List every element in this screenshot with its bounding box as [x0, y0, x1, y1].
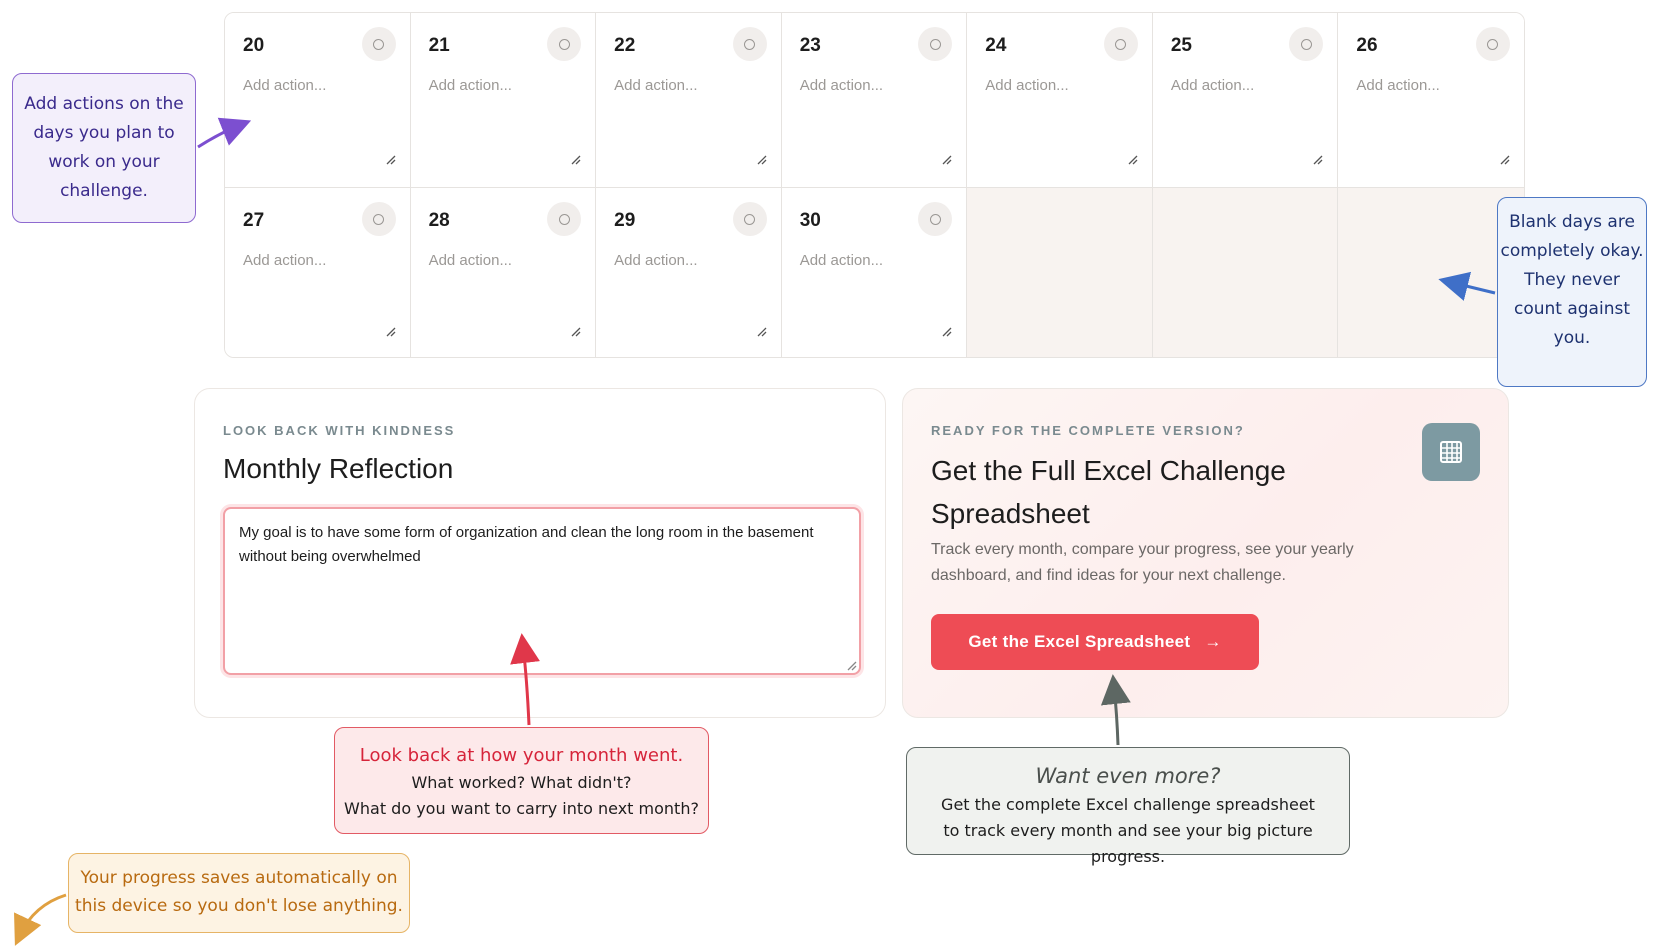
day-action-input[interactable]: Add action...	[429, 77, 512, 94]
day-action-input[interactable]: Add action...	[429, 252, 512, 269]
day-number: 21	[428, 35, 450, 56]
note-look-back: Look back at how your month went. What w…	[334, 727, 709, 834]
day-complete-toggle[interactable]	[1103, 27, 1138, 61]
day-number: 25	[1170, 35, 1192, 56]
reflection-title: Monthly Reflection	[223, 453, 454, 484]
resize-handle-icon[interactable]	[940, 325, 952, 337]
day-cell[interactable]: 27 Add action...	[225, 188, 411, 357]
day-action-input[interactable]: Add action...	[1171, 77, 1254, 94]
note-want-more-line2: Get the complete Excel challenge spreads…	[941, 795, 1315, 814]
get-spreadsheet-button[interactable]: Get the Excel Spreadsheet →	[931, 614, 1259, 670]
day-complete-toggle[interactable]	[1289, 27, 1324, 61]
reflection-eyebrow: LOOK BACK WITH KINDNESS	[223, 423, 456, 438]
monthly-reflection-card: LOOK BACK WITH KINDNESS Monthly Reflecti…	[194, 388, 886, 718]
day-number: 26	[1356, 35, 1378, 56]
calendar-grid: 20 Add action... 21 Add action... 22 Add acti…	[224, 12, 1525, 358]
day-complete-toggle[interactable]	[547, 202, 582, 236]
day-action-input[interactable]: Add action...	[614, 252, 697, 269]
calendar-cells: 20 Add action... 21 Add action... 22 Add acti…	[225, 13, 1524, 357]
get-spreadsheet-label: Get the Excel Spreadsheet	[968, 632, 1191, 651]
upsell-eyebrow: READY FOR THE COMPLETE VERSION?	[931, 423, 1245, 438]
resize-handle-icon[interactable]	[569, 325, 581, 337]
day-number: 28	[428, 210, 450, 231]
note-look-back-line2: What worked? What didn't?	[411, 773, 632, 792]
day-cell[interactable]: 26 Add action...	[1338, 13, 1524, 188]
day-number: 24	[985, 35, 1007, 56]
resize-handle-icon[interactable]	[940, 153, 952, 165]
upsell-description: Track every month, compare your progress…	[931, 541, 1354, 584]
note-want-more-title: Want even more?	[1035, 764, 1221, 788]
blank-day-cell	[967, 188, 1153, 357]
resize-handle-icon[interactable]	[569, 153, 581, 165]
reflection-textarea[interactable]: My goal is to have some form of organiza…	[223, 507, 861, 675]
day-complete-toggle[interactable]	[732, 202, 767, 236]
note-add-actions: Add actions on the days you plan to work…	[12, 73, 196, 223]
day-number: 23	[799, 35, 821, 56]
day-cell[interactable]: 29 Add action...	[596, 188, 782, 357]
resize-handle-icon[interactable]	[384, 153, 396, 165]
day-number: 29	[614, 210, 636, 231]
day-cell[interactable]: 30 Add action...	[781, 188, 968, 357]
resize-handle-icon[interactable]	[1498, 153, 1510, 165]
note-autosave: Your progress saves automatically on thi…	[68, 853, 410, 933]
orange-arrow	[14, 893, 67, 946]
note-look-back-line3: What do you want to carry into next mont…	[344, 799, 699, 818]
day-action-input[interactable]: Add action...	[985, 77, 1068, 94]
note-look-back-title: Look back at how your month went.	[359, 745, 684, 766]
resize-handle-icon[interactable]	[755, 325, 767, 337]
day-number: 22	[614, 35, 636, 56]
resize-handle-icon[interactable]	[1311, 153, 1323, 165]
excel-upsell-card: READY FOR THE COMPLETE VERSION? Get the …	[902, 388, 1509, 718]
day-action-input[interactable]: Add action...	[614, 77, 697, 94]
day-complete-toggle[interactable]	[361, 202, 396, 236]
day-complete-toggle[interactable]	[547, 27, 582, 61]
upsell-title: Get the Full Excel Challenge Spreadsheet	[931, 455, 1286, 529]
spreadsheet-grid-icon	[1422, 423, 1480, 481]
day-cell[interactable]: 21 Add action...	[410, 13, 597, 188]
day-complete-toggle[interactable]	[918, 202, 953, 236]
note-want-more-line3: to track every month and see your big pi…	[943, 821, 1313, 866]
resize-handle-icon[interactable]	[755, 153, 767, 165]
day-action-input[interactable]: Add action...	[1356, 77, 1439, 94]
resize-handle-icon[interactable]	[1126, 153, 1138, 165]
day-action-input[interactable]: Add action...	[800, 252, 883, 269]
day-complete-toggle[interactable]	[732, 27, 767, 61]
note-want-more: Want even more? Get the complete Excel c…	[906, 747, 1350, 866]
day-action-input[interactable]: Add action...	[243, 252, 326, 269]
resize-handle-icon[interactable]	[845, 659, 857, 671]
day-complete-toggle[interactable]	[1475, 27, 1510, 61]
resize-handle-icon[interactable]	[384, 325, 396, 337]
day-number: 20	[243, 35, 265, 56]
day-cell[interactable]: 20 Add action...	[225, 13, 411, 188]
day-cell[interactable]: 25 Add action...	[1152, 13, 1339, 188]
day-number: 30	[799, 210, 821, 231]
blank-day-cell	[1152, 188, 1339, 357]
day-complete-toggle[interactable]	[361, 27, 396, 61]
day-cell[interactable]: 24 Add action...	[967, 13, 1153, 188]
day-cell[interactable]: 22 Add action...	[596, 13, 782, 188]
note-blank-days: Blank days are completely okay. They nev…	[1497, 197, 1647, 387]
day-cell[interactable]: 28 Add action...	[410, 188, 597, 357]
arrow-right-icon: →	[1204, 632, 1222, 651]
reflection-text: My goal is to have some form of organiza…	[239, 524, 814, 565]
day-action-input[interactable]: Add action...	[800, 77, 883, 94]
day-number: 27	[243, 210, 265, 231]
day-action-input[interactable]: Add action...	[243, 77, 326, 94]
day-cell[interactable]: 23 Add action...	[781, 13, 968, 188]
day-complete-toggle[interactable]	[918, 27, 953, 61]
